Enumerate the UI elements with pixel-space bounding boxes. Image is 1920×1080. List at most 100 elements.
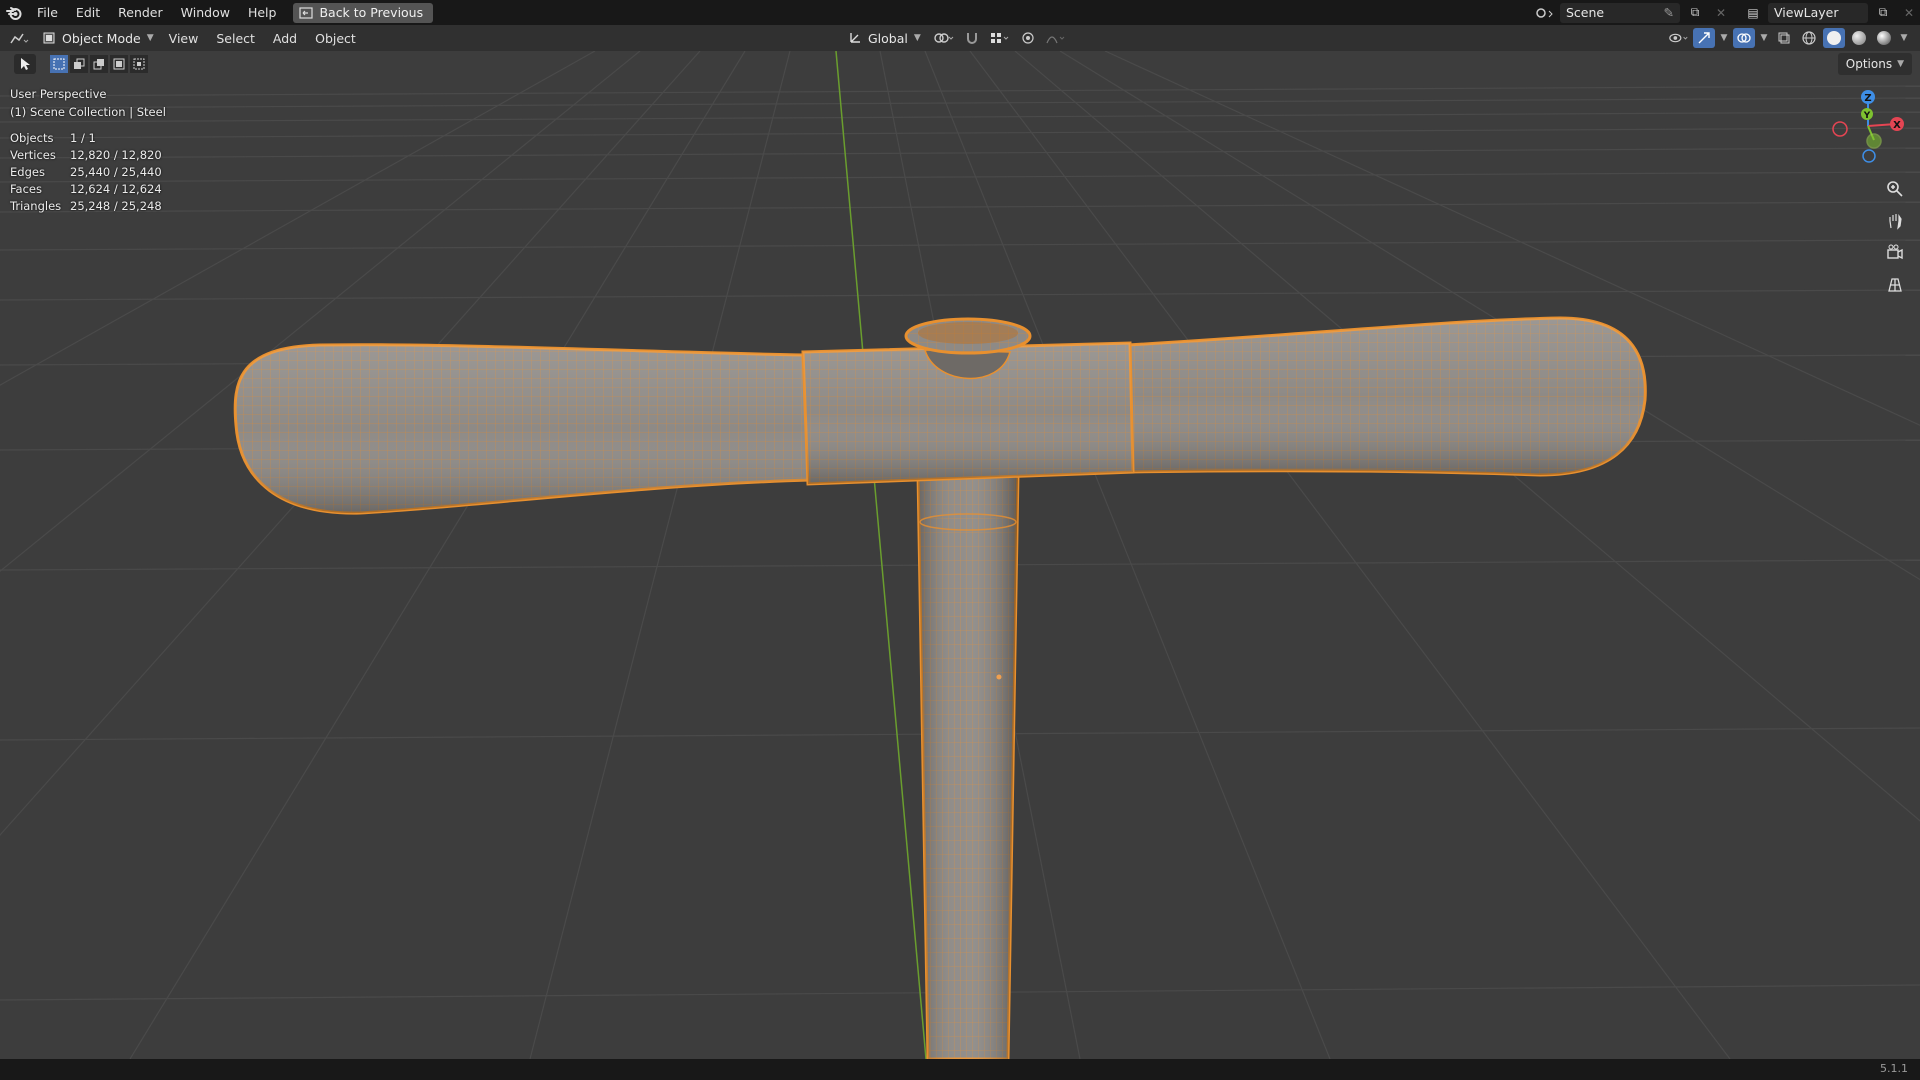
stat-label: Vertices (10, 148, 56, 162)
mesh-right-grip (1126, 316, 1647, 477)
chevron-down-icon: ▼ (913, 33, 921, 43)
stat-label: Objects (10, 131, 54, 145)
chevron-down-icon: ▼ (1897, 59, 1904, 69)
delete-scene-icon[interactable]: ✕ (1710, 3, 1732, 23)
version-label: 5.1.1 (1880, 1062, 1908, 1075)
3d-viewport[interactable] (0, 51, 1920, 1059)
object-mode-label: Object Mode (62, 30, 141, 46)
stat-value: 25,440 / 25,440 (70, 165, 162, 179)
orientation-icon (850, 33, 860, 43)
scene-field[interactable]: Scene ✎ (1560, 2, 1680, 23)
chevron-down-icon: ▼ (146, 33, 154, 43)
falloff-icon[interactable] (1045, 28, 1067, 48)
new-scene-icon[interactable]: ⧉ (1684, 3, 1706, 23)
shading-dropdown-icon[interactable]: ▼ (1898, 28, 1910, 48)
pin-icon[interactable]: ✎ (1664, 5, 1674, 20)
menu-edit[interactable]: Edit (67, 0, 109, 25)
menu-help[interactable]: Help (239, 0, 286, 25)
options-dropdown[interactable]: Options ▼ (1837, 53, 1912, 75)
zoom-icon[interactable] (1882, 176, 1908, 202)
stat-row: Objects 1 / 1 (10, 130, 162, 147)
snap-toggle-icon[interactable] (961, 28, 983, 48)
select-new-icon[interactable] (50, 55, 68, 73)
collection-label: (1) Scene Collection | Steel (10, 105, 166, 119)
menu-add[interactable]: Add (264, 31, 306, 46)
scene-name: Scene (1566, 5, 1605, 20)
camera-view-icon[interactable] (1882, 240, 1908, 266)
stat-row: Faces 12,624 / 12,624 (10, 181, 162, 198)
back-to-previous-button[interactable]: Back to Previous (293, 2, 434, 23)
transform-orientation-dropdown[interactable]: Global ▼ (842, 28, 927, 48)
menu-view[interactable]: View (160, 31, 208, 46)
stat-row: Triangles 25,248 / 25,248 (10, 198, 162, 215)
shading-solid-icon[interactable] (1823, 28, 1845, 48)
gizmo-toggle-icon[interactable] (1693, 28, 1715, 48)
perspective-label: User Perspective (10, 87, 107, 101)
back-to-previous-label: Back to Previous (319, 5, 424, 20)
object-mode-icon (43, 32, 55, 44)
shading-material-icon[interactable] (1848, 28, 1870, 48)
viewport-scene (0, 51, 1920, 1059)
select-subtract-icon[interactable] (90, 55, 108, 73)
select-tool-button[interactable] (14, 54, 36, 74)
menu-object[interactable]: Object (306, 31, 365, 46)
gizmo-neg-y-icon (1866, 133, 1882, 149)
delete-view-layer-icon[interactable]: ✕ (1898, 3, 1920, 23)
shading-rendered-icon[interactable] (1873, 28, 1895, 48)
menu-render[interactable]: Render (109, 0, 172, 25)
options-label: Options (1845, 57, 1893, 71)
shading-wireframe-icon[interactable] (1798, 28, 1820, 48)
stat-value: 12,624 / 12,624 (70, 182, 162, 196)
menu-window[interactable]: Window (172, 0, 239, 25)
navigation-gizmo[interactable]: Z X Y (1828, 84, 1908, 168)
viewport-info: User Perspective (1) Scene Collection | … (10, 85, 166, 121)
stat-row: Vertices 12,820 / 12,820 (10, 147, 162, 164)
perspective-toggle-icon[interactable] (1882, 272, 1908, 298)
editor-type-icon[interactable] (8, 28, 30, 48)
stat-row: Edges 25,440 / 25,440 (10, 164, 162, 181)
visibility-selectability-icon[interactable] (1668, 28, 1690, 48)
menu-file[interactable]: File (28, 0, 67, 25)
blender-logo-icon[interactable] (0, 0, 28, 25)
navigation-tools (1882, 176, 1908, 298)
view-layer-field[interactable]: ViewLayer (1768, 2, 1868, 23)
object-origin (996, 674, 1002, 680)
y-axis-line (835, 51, 927, 1059)
gizmo-y-label: Y (1863, 111, 1871, 121)
status-bar: 5.1.1 (0, 1059, 1920, 1080)
top-menu-bar: File Edit Render Window Help Back to Pre… (0, 0, 1920, 25)
pivot-point-icon[interactable] (933, 28, 955, 48)
selection-mode-group (50, 55, 148, 73)
stat-label: Edges (10, 165, 45, 179)
select-intersect-icon[interactable] (130, 55, 148, 73)
view-layer-selector-icon[interactable]: ▤ (1742, 3, 1764, 23)
overlays-dropdown-icon[interactable]: ▼ (1758, 28, 1770, 48)
select-invert-icon[interactable] (110, 55, 128, 73)
gizmo-x-label: X (1893, 120, 1901, 131)
view-layer-name: ViewLayer (1774, 5, 1839, 20)
snap-target-icon[interactable] (989, 28, 1011, 48)
cursor-icon (21, 58, 30, 70)
gizmo-dropdown-icon[interactable]: ▼ (1718, 28, 1730, 48)
stat-value: 12,820 / 12,820 (70, 148, 162, 162)
stat-value: 25,248 / 25,248 (70, 199, 162, 213)
stat-label: Faces (10, 182, 42, 196)
back-icon (299, 6, 314, 19)
select-extend-icon[interactable] (70, 55, 88, 73)
transform-orientation-label: Global (868, 30, 908, 46)
gizmo-z-label: Z (1864, 93, 1871, 104)
gizmo-neg-x-icon (1832, 121, 1848, 137)
tool-row (14, 54, 148, 74)
object-mode-dropdown[interactable]: Object Mode ▼ (36, 28, 160, 48)
xray-toggle-icon[interactable] (1773, 28, 1795, 48)
overlays-toggle-icon[interactable] (1733, 28, 1755, 48)
scene-selector-icon[interactable] (1534, 3, 1556, 23)
stat-value: 1 / 1 (70, 131, 96, 145)
proportional-edit-icon[interactable] (1017, 28, 1039, 48)
new-view-layer-icon[interactable]: ⧉ (1872, 3, 1894, 23)
menu-select[interactable]: Select (207, 31, 264, 46)
gizmo-neg-z-icon (1862, 149, 1876, 163)
mesh-stem (916, 470, 1020, 1059)
scene-statistics: Objects 1 / 1 Vertices 12,820 / 12,820 Edg… (10, 130, 162, 215)
pan-hand-icon[interactable] (1882, 208, 1908, 234)
